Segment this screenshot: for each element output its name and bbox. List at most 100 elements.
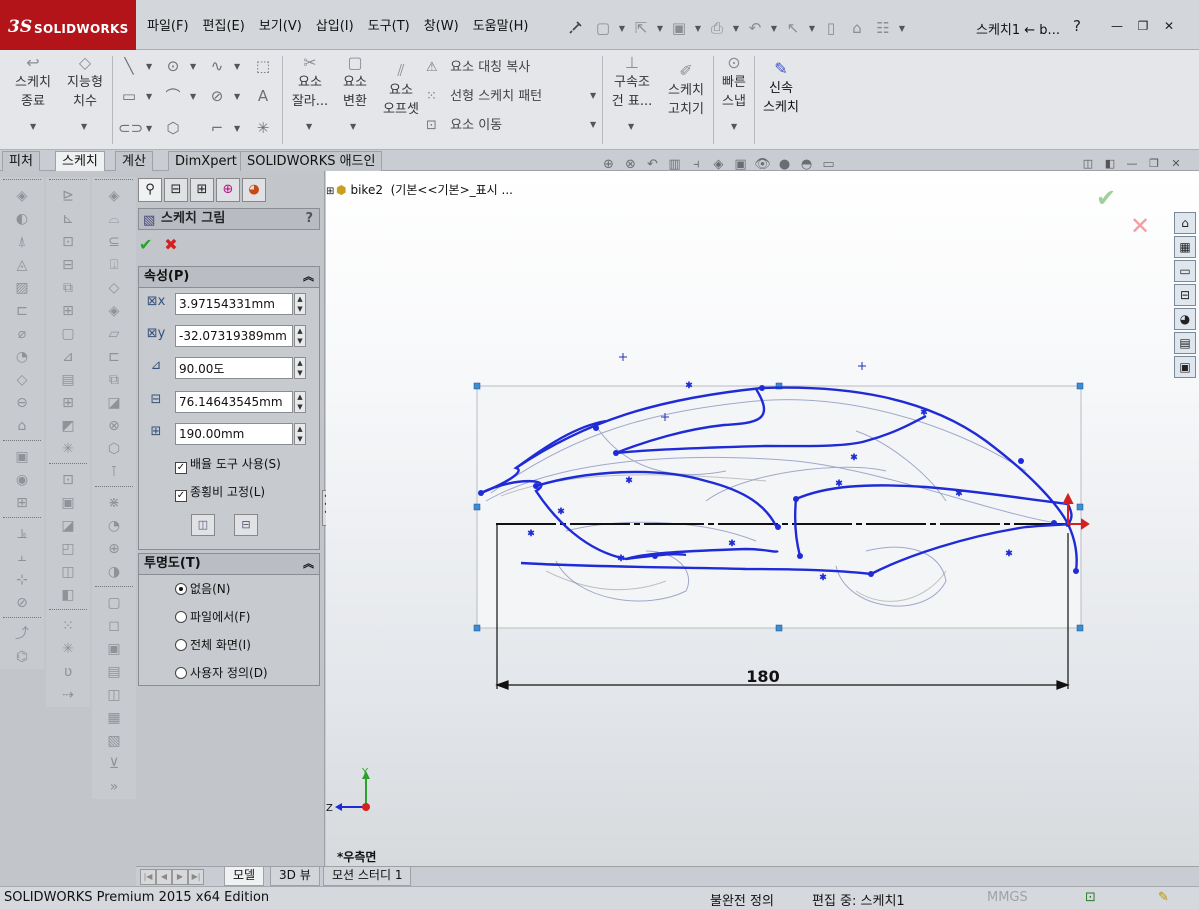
chevron-down-icon[interactable]: ▼ — [234, 124, 240, 133]
configurationmanager-tab-icon[interactable]: ⊞ — [190, 178, 214, 202]
mold-icon[interactable]: ʋ — [46, 661, 90, 684]
toolbar-grip[interactable] — [3, 517, 41, 521]
design-library-icon[interactable]: ▦ — [1174, 236, 1196, 258]
zoom-area-icon[interactable]: ⊗ — [622, 156, 639, 173]
properties-group-header[interactable]: 속성(P) ︽ — [138, 266, 320, 288]
revolve-icon[interactable]: ◐ — [0, 208, 44, 231]
tab-addins[interactable]: SOLIDWORKS 애드인 — [240, 151, 383, 171]
toolbar-grip[interactable] — [49, 179, 87, 183]
wrap-icon[interactable]: ▣ — [0, 446, 44, 469]
previous-view-icon[interactable]: ↶ — [644, 156, 661, 173]
fillet-feature-icon[interactable]: ◔ — [0, 346, 44, 369]
view-bottom-icon[interactable]: ◇ — [92, 277, 136, 300]
print-icon[interactable]: ⎙ — [706, 17, 728, 39]
spline-icon[interactable]: ∿ — [206, 56, 228, 76]
menu-insert[interactable]: 삽입(I) — [309, 16, 361, 38]
radio-full-image[interactable]: 전체 화면(I) — [175, 635, 251, 655]
sweep-icon[interactable]: ⍋ — [0, 231, 44, 254]
undo-icon[interactable]: ↶ — [744, 17, 766, 39]
custom-properties-icon[interactable]: ▤ — [1174, 332, 1196, 354]
box-hidden-icon[interactable]: ▣ — [92, 638, 136, 661]
rebuild-icon[interactable]: ▯ — [820, 17, 842, 39]
view-top-icon[interactable]: ⍗ — [92, 254, 136, 277]
box-icon[interactable]: ▢ — [92, 592, 136, 615]
normal-to-icon[interactable]: ⊗ — [92, 415, 136, 438]
transparency-group-header[interactable]: 투명도(T) ︽ — [138, 553, 320, 575]
menu-edit[interactable]: 편집(E) — [196, 16, 252, 38]
cut-icon[interactable]: ⊏ — [0, 300, 44, 323]
zoom-to-fit-icon[interactable]: ⊕ — [600, 156, 617, 173]
view-palette-icon[interactable]: ⊟ — [1174, 284, 1196, 306]
last-tab-icon[interactable]: ▶| — [188, 869, 204, 885]
save-icon[interactable]: ▣ — [668, 17, 690, 39]
scale-icon[interactable]: ⊞ — [46, 300, 90, 323]
flex-icon[interactable]: ⇢ — [46, 684, 90, 707]
tab-sketch[interactable]: 스케치 — [55, 151, 105, 172]
expand-toolbar-icon[interactable]: » — [92, 776, 136, 799]
exit-sketch-button[interactable]: ↩ 스케치 종료 — [10, 54, 56, 111]
minimize-icon[interactable]: — — [1108, 17, 1126, 35]
toolbar-grip[interactable] — [95, 586, 133, 590]
view-front-icon[interactable]: ⌓ — [92, 208, 136, 231]
chevron-down-icon[interactable]: ▼ — [81, 122, 87, 131]
chevron-down-icon[interactable]: ▼ — [190, 92, 196, 101]
split-horizontal-icon[interactable]: ◫ — [1080, 156, 1096, 172]
apply-scene-icon[interactable]: ◓ — [798, 156, 815, 173]
enable-scale-tool-checkbox[interactable]: ✓ 배율 도구 사용(S) — [175, 454, 281, 474]
sketch-icon[interactable]: ⊵ — [46, 185, 90, 208]
tab-model[interactable]: 모델 — [224, 867, 265, 886]
section-icon[interactable]: ⊺ — [92, 461, 136, 484]
display-manager-tab-icon[interactable]: ◕ — [242, 178, 266, 202]
collapse-chevron-icon[interactable]: ︽ — [303, 554, 314, 574]
split-vertical-icon[interactable]: ◧ — [1102, 156, 1118, 172]
chevron-down-icon[interactable]: ▼ — [618, 24, 626, 33]
chevron-down-icon[interactable]: ▼ — [234, 92, 240, 101]
first-tab-icon[interactable]: |◀ — [140, 869, 156, 885]
sweep-curve-icon[interactable]: ✳ — [46, 638, 90, 661]
chevron-down-icon[interactable]: ▼ — [350, 122, 356, 131]
chevron-down-icon[interactable]: ▼ — [234, 62, 240, 71]
coordinate-icon[interactable]: ⊹ — [0, 569, 44, 592]
featuremanager-tab-icon[interactable]: ⚲ — [138, 178, 162, 202]
view-back-icon[interactable]: ⊆ — [92, 231, 136, 254]
toolbar-grip[interactable] — [49, 463, 87, 467]
pin-icon[interactable] — [569, 20, 583, 34]
solidworks-logo[interactable]: 3S SOLIDWORKS — [0, 0, 136, 50]
interference-icon[interactable]: ◑ — [92, 561, 136, 584]
chevron-down-icon[interactable]: ▼ — [732, 24, 740, 33]
shell-icon[interactable]: ⌂ — [0, 415, 44, 438]
block-icon[interactable]: ◩ — [46, 415, 90, 438]
rapid-sketch-button[interactable]: ✎ 신속 스케치 — [758, 60, 804, 117]
ruler-icon[interactable]: ⊻ — [92, 753, 136, 776]
new-icon[interactable]: ▢ — [592, 17, 614, 39]
chevron-down-icon[interactable]: ▼ — [190, 62, 196, 71]
dynamic-annotation-icon[interactable]: ⫞ — [688, 156, 705, 173]
open-icon[interactable]: ⇱ — [630, 17, 652, 39]
dimxpert-tab-icon[interactable]: ⊕ — [216, 178, 240, 202]
featuremanager-flyout[interactable]: ⊞ ⬢ bike2 (기본<<기본>_표시 ... — [326, 181, 513, 198]
tab-3d-view[interactable]: 3D 뷰 — [270, 867, 320, 886]
toolbar-grip[interactable] — [3, 440, 41, 444]
helix-icon[interactable]: ⌬ — [0, 646, 44, 669]
angle-spin-icon[interactable]: ▲ ▼ — [294, 357, 306, 379]
view-settings-icon[interactable]: ▭ — [820, 156, 837, 173]
display-relations-button[interactable]: ⊥ 구속조 건 표... — [608, 54, 656, 111]
box-perspective-icon[interactable]: ▧ — [92, 730, 136, 753]
ok-check-icon[interactable]: ✔ — [139, 235, 152, 254]
flip-vertical-button[interactable]: ⊟ — [234, 514, 258, 536]
knit-icon[interactable]: ◪ — [46, 515, 90, 538]
circle-icon[interactable]: ⊙ — [162, 56, 184, 76]
chevron-down-icon[interactable]: ▼ — [146, 124, 152, 133]
options-icon[interactable]: ☷ — [872, 17, 894, 39]
chevron-down-icon[interactable]: ▼ — [731, 122, 737, 131]
menu-help[interactable]: 도움말(H) — [466, 16, 536, 38]
reference-plane-icon[interactable]: ⫡ — [0, 523, 44, 546]
menu-tools[interactable]: 도구(T) — [361, 16, 417, 38]
viewport-close-icon[interactable]: ✕ — [1168, 156, 1184, 172]
mirror-sketch-icon[interactable]: ✳ — [46, 438, 90, 461]
file-explorer-icon[interactable]: ▭ — [1174, 260, 1196, 282]
insert-component-icon[interactable]: ◔ — [92, 515, 136, 538]
thicken-icon[interactable]: ◧ — [46, 584, 90, 607]
chevron-down-icon[interactable]: ▼ — [590, 120, 596, 129]
construction-icon[interactable]: ▤ — [46, 369, 90, 392]
